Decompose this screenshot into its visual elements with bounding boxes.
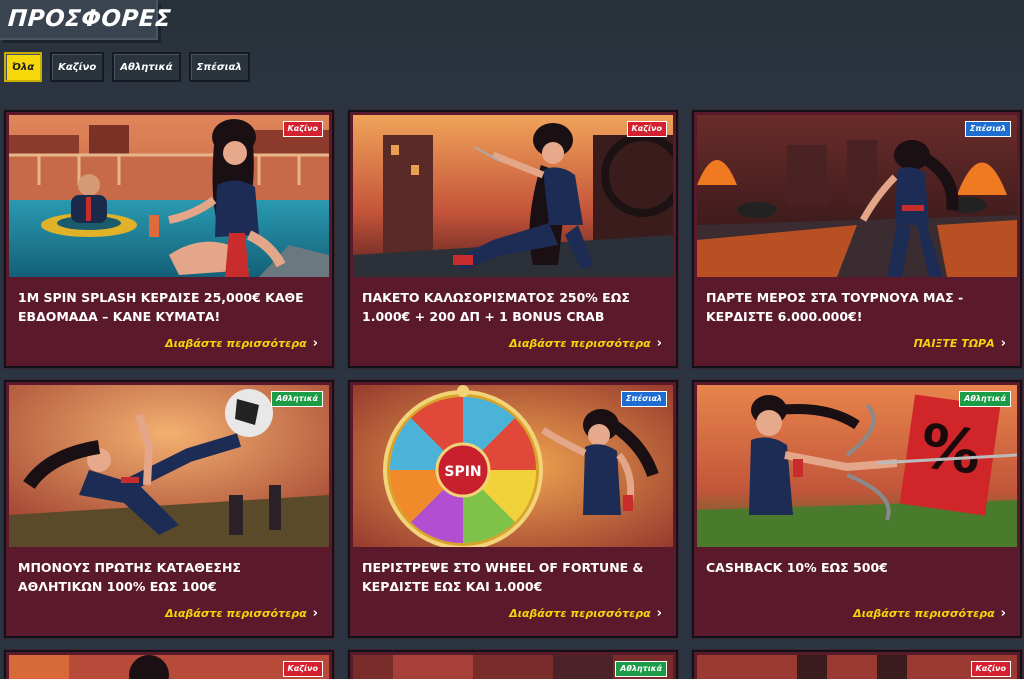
promo-title: CASHBACK 10% ΕΩΣ 500€ (706, 560, 888, 575)
promo-card[interactable]: Σπέσιαλ ΠΑΡΤΕ ΜΕΡΟΣ ΣΤΑ ΤΟΥΡΝΟΥΑ ΜΑΣ - Κ… (692, 110, 1022, 368)
promo-image: Αθλητικά (9, 385, 329, 547)
page-title-box: ΠΡΟΣΦΟΡΕΣ (0, 0, 172, 40)
promo-image: Καζίνο (9, 655, 329, 679)
promo-image: Αθλητικά (353, 655, 673, 679)
cashback-sign-label: % (916, 411, 985, 489)
chevron-right-icon: › (1000, 606, 1006, 621)
category-badge: Αθλητικά (271, 391, 323, 407)
read-more-link[interactable]: Διαβάστε περισσότερα › (165, 606, 318, 621)
promo-card[interactable]: Αθλητικά (348, 650, 678, 679)
page-title: ΠΡΟΣΦΟΡΕΣ (7, 6, 173, 32)
read-more-link[interactable]: Διαβάστε περισσότερα › (509, 606, 662, 621)
promo-image: Καζίνο (697, 655, 1017, 679)
read-more-label: Διαβάστε περισσότερα (853, 607, 995, 620)
category-badge: Σπέσιαλ (964, 121, 1011, 137)
promo-card[interactable]: Καζίνο ΠΑΚΕΤΟ ΚΑΛΩΣΟΡΙΣΜΑΤΟΣ 250% ΕΩΣ 1.… (348, 110, 678, 368)
promo-image: Καζίνο (353, 115, 673, 277)
chevron-right-icon: › (1000, 336, 1006, 351)
filter-tab-special[interactable]: Σπέσιαλ (188, 52, 250, 82)
promo-card[interactable]: % Αθλητικά CASHBACK 10% ΕΩΣ 500€ Διαβάστ… (692, 380, 1022, 638)
promo-card[interactable]: SPIN Σπέσιαλ ΠΕΡΙΣΤΡΕΨΕ ΣΤΟ WHEEL OF FOR… (348, 380, 678, 638)
category-badge: Αθλητικά (959, 391, 1011, 407)
promo-title: ΜΠΟΝΟΥΣ ΠΡΩΤΗΣ ΚΑΤΑΘΕΣΗΣ ΑΘΛΗΤΙΚΩΝ 100% … (18, 560, 241, 594)
read-more-label: Διαβάστε περισσότερα (165, 337, 307, 350)
category-badge: Σπέσιαλ (620, 391, 667, 407)
chevron-right-icon: › (312, 606, 318, 621)
category-badge: Καζίνο (282, 121, 323, 137)
chevron-right-icon: › (656, 336, 662, 351)
category-badge: Καζίνο (970, 661, 1011, 677)
promo-card[interactable]: Καζίνο (4, 650, 334, 679)
chevron-right-icon: › (312, 336, 318, 351)
promo-title: 1M SPIN SPLASH ΚΕΡΔΙΣΕ 25,000€ ΚΑΘΕ ΕΒΔΟ… (18, 290, 304, 324)
read-more-link[interactable]: Διαβάστε περισσότερα › (165, 336, 318, 351)
category-badge: Καζίνο (626, 121, 667, 137)
filter-tab-sports[interactable]: Αθλητικά (112, 52, 181, 82)
promo-image: SPIN Σπέσιαλ (353, 385, 673, 547)
read-more-label: Διαβάστε περισσότερα (509, 607, 651, 620)
filter-tabs: Όλα Καζίνο Αθλητικά Σπέσιαλ (4, 52, 250, 82)
promo-image: Σπέσιαλ (697, 115, 1017, 277)
promo-title: ΠΑΡΤΕ ΜΕΡΟΣ ΣΤΑ ΤΟΥΡΝΟΥΑ ΜΑΣ - ΚΕΡΔΙΣΤΕ … (706, 290, 964, 324)
read-more-link[interactable]: Διαβάστε περισσότερα › (853, 606, 1006, 621)
read-more-label: Διαβάστε περισσότερα (509, 337, 651, 350)
chevron-right-icon: › (656, 606, 662, 621)
play-now-label: ΠΑΙΞΤΕ ΤΩΡΑ (913, 337, 995, 350)
promo-card[interactable]: Καζίνο (692, 650, 1022, 679)
promo-image: Καζίνο (9, 115, 329, 277)
read-more-label: Διαβάστε περισσότερα (165, 607, 307, 620)
read-more-link[interactable]: Διαβάστε περισσότερα › (509, 336, 662, 351)
promo-title: ΠΕΡΙΣΤΡΕΨΕ ΣΤΟ WHEEL OF FORTUNE & ΚΕΡΔΙΣ… (362, 560, 644, 594)
promo-title: ΠΑΚΕΤΟ ΚΑΛΩΣΟΡΙΣΜΑΤΟΣ 250% ΕΩΣ 1.000€ + … (362, 290, 630, 324)
filter-tab-casino[interactable]: Καζίνο (50, 52, 105, 82)
category-badge: Αθλητικά (615, 661, 667, 677)
filter-tab-all[interactable]: Όλα (4, 52, 43, 82)
promo-card[interactable]: Καζίνο 1M SPIN SPLASH ΚΕΡΔΙΣΕ 25,000€ ΚΑ… (4, 110, 334, 368)
promo-card[interactable]: Αθλητικά ΜΠΟΝΟΥΣ ΠΡΩΤΗΣ ΚΑΤΑΘΕΣΗΣ ΑΘΛΗΤΙ… (4, 380, 334, 638)
category-badge: Καζίνο (282, 661, 323, 677)
promo-image: % Αθλητικά (697, 385, 1017, 547)
wheel-spin-label: SPIN (444, 464, 481, 480)
play-now-link[interactable]: ΠΑΙΞΤΕ ΤΩΡΑ › (914, 336, 1006, 351)
